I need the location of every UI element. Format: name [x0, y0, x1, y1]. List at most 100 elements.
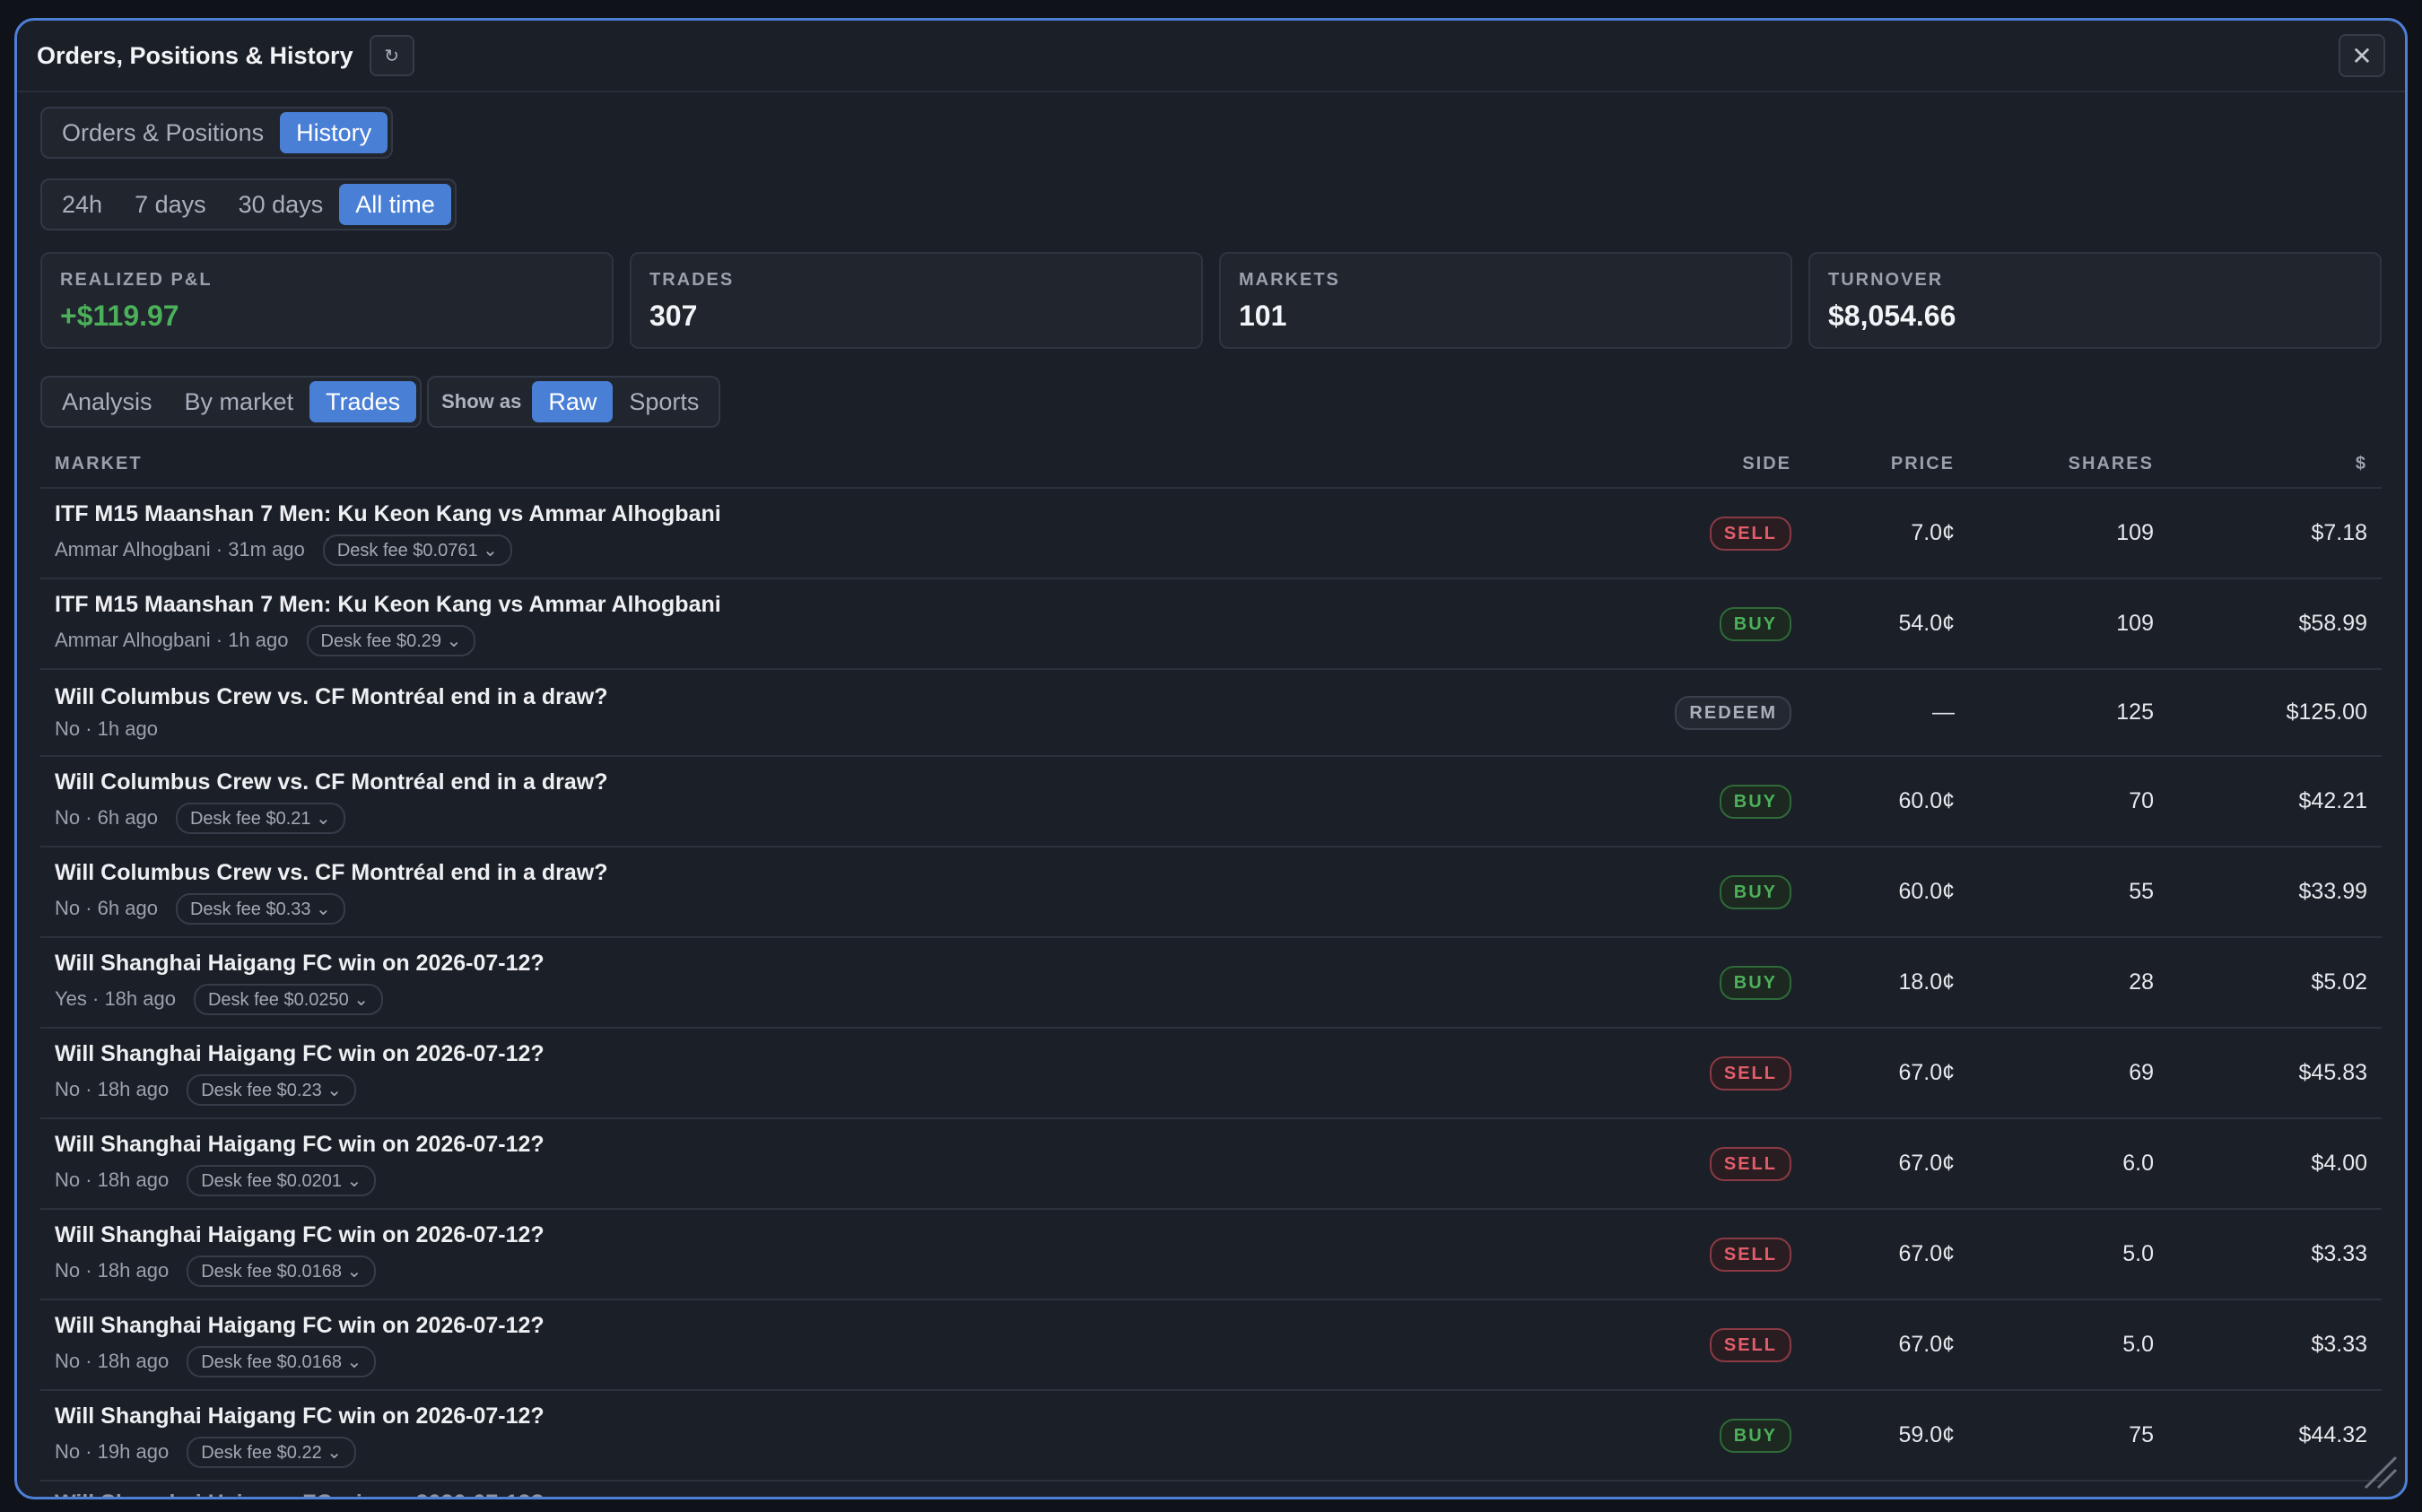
market-title: Will Columbus Crew vs. CF Montréal end i…: [55, 769, 608, 795]
shares-cell: 55: [2129, 879, 2154, 904]
table-row[interactable]: Will Columbus Crew vs. CF Montréal end i…: [40, 847, 2382, 938]
desk-fee-dropdown[interactable]: Desk fee $0.21 ⌄: [175, 802, 345, 834]
side-badge: BUY: [1719, 784, 1791, 819]
market-cell: Will Shanghai Haigang FC win on 2026-07-…: [55, 1403, 1666, 1468]
market-meta: No · 18h ago Desk fee $0.23 ⌄: [55, 1073, 1666, 1106]
side-cell: BUY: [1666, 874, 1791, 909]
sub-nav: Analysis By market Trades Show as Raw Sp…: [40, 376, 2382, 428]
table-row[interactable]: Will Shanghai Haigang FC win on 2026-07-…: [40, 1119, 2382, 1210]
header-shares[interactable]: SHARES: [1955, 454, 2154, 474]
side-badge: REDEEM: [1675, 695, 1791, 730]
stat-label: TURNOVER: [1828, 270, 1944, 290]
side-badge: SELL: [1709, 1056, 1791, 1091]
range-30-days[interactable]: 30 days: [222, 184, 340, 225]
market-title: Will Shanghai Haigang FC win on 2026-07-…: [55, 1403, 545, 1429]
close-button[interactable]: ✕: [2339, 34, 2385, 77]
outcome-time: No · 18h ago: [55, 1078, 170, 1100]
desk-fee-dropdown[interactable]: Desk fee $0.0250 ⌄: [193, 983, 384, 1015]
show-as-raw[interactable]: Raw: [532, 381, 614, 422]
close-icon: ✕: [2351, 41, 2373, 70]
market-title: Will Shanghai Haigang FC win on 2026-07-…: [55, 1221, 545, 1247]
desk-fee-dropdown[interactable]: Desk fee $0.0168 ⌄: [187, 1255, 377, 1287]
outcome-time: No · 18h ago: [55, 1259, 170, 1282]
side-cell: SELL: [1666, 1056, 1791, 1091]
market-cell: Will Shanghai Haigang FC win on 2026-07-…: [55, 1313, 1666, 1377]
side-cell: BUY: [1666, 606, 1791, 641]
amount-cell: $7.18: [2311, 520, 2367, 545]
side-cell: SELL: [1666, 1146, 1791, 1181]
panel-titlebar: Orders, Positions & History ↻ ✕: [17, 21, 2405, 92]
price-cell: 67.0¢: [1898, 1151, 1955, 1176]
table-row[interactable]: Will Shanghai Haigang FC win on 2026-07-…: [40, 938, 2382, 1029]
amount-cell: $45.83: [2298, 1060, 2367, 1085]
market-meta: No · 19h ago Desk fee $0.22 ⌄: [55, 1436, 1666, 1468]
shares-cell: 109: [2116, 520, 2154, 545]
range-all-time[interactable]: All time: [339, 184, 451, 225]
stat-label: TRADES: [649, 270, 735, 290]
header-amount[interactable]: $: [2154, 454, 2367, 474]
desk-fee-dropdown[interactable]: Desk fee $0.23 ⌄: [187, 1073, 357, 1106]
side-badge: SELL: [1709, 1327, 1791, 1362]
price-cell: 67.0¢: [1898, 1060, 1955, 1085]
desk-fee-dropdown[interactable]: Desk fee $0.0168 ⌄: [187, 1345, 377, 1377]
market-meta: No · 1h ago: [55, 717, 1666, 741]
amount-cell: $4.00: [2311, 1151, 2367, 1176]
outcome-time: No · 1h ago: [55, 717, 158, 740]
amount-cell: $125.00: [2286, 700, 2367, 725]
side-badge: BUY: [1719, 965, 1791, 1000]
price-cell: 18.0¢: [1898, 969, 1955, 995]
side-cell: SELL: [1666, 516, 1791, 551]
market-title: Will Shanghai Haigang FC win on 2026-07-…: [55, 950, 545, 976]
table-row[interactable]: Will Shanghai Haigang FC win on 2026-07-…: [40, 1210, 2382, 1300]
range-24h[interactable]: 24h: [46, 184, 118, 225]
side-badge: SELL: [1709, 1146, 1791, 1181]
market-meta: No · 18h ago Desk fee $0.0168 ⌄: [55, 1345, 1666, 1377]
tab-orders-positions[interactable]: Orders & Positions: [46, 112, 280, 153]
tab-by-market[interactable]: By market: [169, 381, 310, 422]
desk-fee-dropdown[interactable]: Desk fee $0.22 ⌄: [187, 1436, 357, 1468]
range-tabs: 24h 7 days 30 days All time: [40, 178, 457, 230]
table-row[interactable]: Will Shanghai Haigang FC win on 2026-07-…: [40, 1300, 2382, 1391]
side-cell: REDEEM: [1666, 695, 1791, 730]
table-row[interactable]: ITF M15 Maanshan 7 Men: Ku Keon Kang vs …: [40, 579, 2382, 670]
stat-label: REALIZED P&L: [60, 270, 213, 290]
show-as-toggle: Show as Raw Sports: [427, 376, 721, 428]
market-cell: Will Columbus Crew vs. CF Montréal end i…: [55, 769, 1666, 834]
table-row[interactable]: Will Columbus Crew vs. CF Montréal end i…: [40, 757, 2382, 847]
stat-value: +$119.97: [60, 300, 179, 332]
desk-fee-dropdown[interactable]: Desk fee $0.33 ⌄: [175, 892, 345, 925]
view-tabs: Orders & Positions History: [40, 107, 394, 159]
table-row[interactable]: Will Shanghai Haigang FC win on 2026-07-…: [40, 1391, 2382, 1482]
range-7-days[interactable]: 7 days: [118, 184, 222, 225]
amount-cell: $3.33: [2311, 1332, 2367, 1357]
table-row[interactable]: Will Shanghai Haigang FC win on 2026-07-…: [40, 1029, 2382, 1119]
shares-cell: 69: [2129, 1060, 2154, 1085]
tab-trades[interactable]: Trades: [309, 381, 417, 422]
resize-handle-icon[interactable]: [2360, 1452, 2400, 1491]
outcome-time: Ammar Alhogbani · 1h ago: [55, 629, 289, 651]
table-row[interactable]: Will Columbus Crew vs. CF Montréal end i…: [40, 670, 2382, 757]
header-market[interactable]: MARKET: [55, 454, 1666, 474]
desk-fee-dropdown[interactable]: Desk fee $0.29 ⌄: [306, 624, 476, 656]
trades-table: MARKET SIDE PRICE SHARES $ ITF M15 Maans…: [40, 440, 2382, 1497]
market-title: Will Columbus Crew vs. CF Montréal end i…: [55, 859, 608, 885]
panel-title: Orders, Positions & History: [37, 41, 353, 69]
market-meta: No · 18h ago Desk fee $0.0168 ⌄: [55, 1255, 1666, 1287]
table-row-partial[interactable]: Will Shanghai Haigang FC win on 2026-07-…: [40, 1482, 2382, 1497]
table-row[interactable]: ITF M15 Maanshan 7 Men: Ku Keon Kang vs …: [40, 489, 2382, 579]
tab-analysis[interactable]: Analysis: [46, 381, 169, 422]
header-price[interactable]: PRICE: [1791, 454, 1955, 474]
market-title: Will Shanghai Haigang FC win on 2026-07-…: [55, 1131, 545, 1157]
header-side[interactable]: SIDE: [1666, 454, 1791, 474]
shares-cell: 125: [2116, 700, 2154, 725]
market-meta: Ammar Alhogbani · 31m ago Desk fee $0.076…: [55, 534, 1666, 566]
shares-cell: 5.0: [2122, 1241, 2154, 1266]
desk-fee-dropdown[interactable]: Desk fee $0.0201 ⌄: [187, 1164, 377, 1196]
show-as-sports[interactable]: Sports: [613, 381, 715, 422]
stat-card-turnover: TURNOVER $8,054.66: [1808, 252, 2382, 349]
outcome-time: No · 6h ago: [55, 897, 158, 919]
desk-fee-dropdown[interactable]: Desk fee $0.0761 ⌄: [322, 534, 512, 566]
outcome-time: No · 18h ago: [55, 1169, 170, 1191]
refresh-button[interactable]: ↻: [369, 35, 414, 76]
tab-history[interactable]: History: [280, 112, 388, 153]
